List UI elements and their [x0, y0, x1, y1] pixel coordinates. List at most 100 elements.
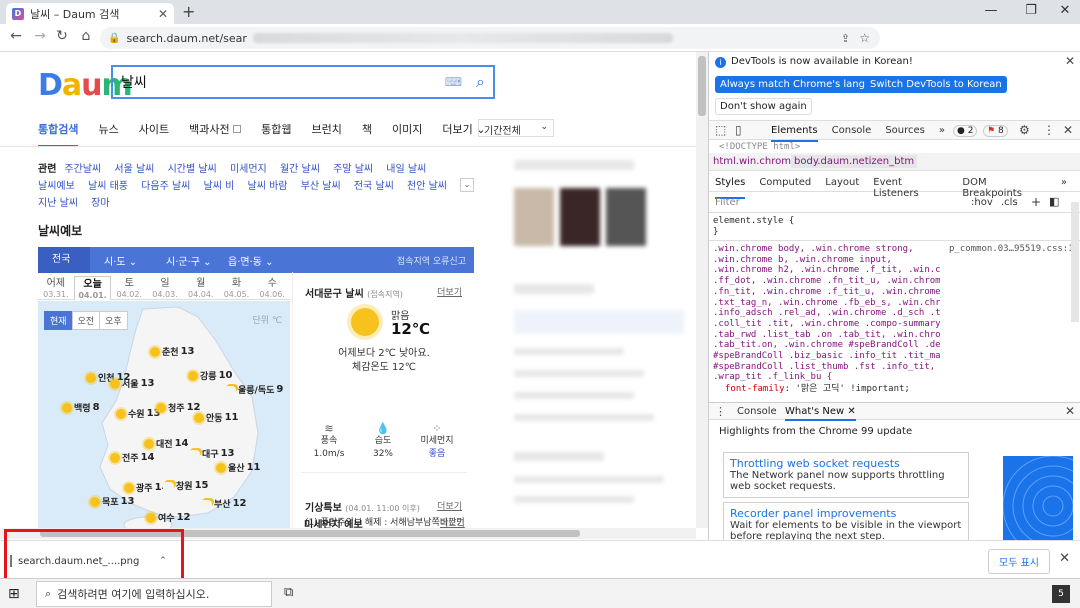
browser-tab[interactable]: D 날씨 – Daum 검색 ✕: [6, 3, 174, 24]
minimize-button[interactable]: —: [976, 3, 1006, 18]
hov-toggle[interactable]: :hov: [971, 197, 993, 208]
taskbar-search-input[interactable]: ⌕ 검색하려면 여기에 입력하십시오.: [36, 581, 272, 607]
new-tab-button[interactable]: +: [182, 2, 195, 21]
page-vertical-scrollbar[interactable]: [696, 52, 708, 528]
map-city[interactable]: 안동 11: [194, 411, 238, 424]
related-keyword[interactable]: 부산 날씨: [301, 181, 341, 192]
home-icon[interactable]: ⌂: [76, 28, 96, 44]
tab-sources[interactable]: Sources: [885, 125, 925, 142]
device-toggle-icon[interactable]: ▯: [735, 123, 742, 137]
share-icon[interactable]: ⇪: [841, 32, 850, 45]
back-icon[interactable]: ←: [6, 28, 26, 44]
forward-icon[interactable]: →: [30, 28, 50, 44]
map-city[interactable]: 강릉 10: [188, 369, 232, 382]
map-city[interactable]: 창원 15: [162, 479, 208, 492]
tab-site[interactable]: 사이트: [139, 121, 169, 147]
metric-value[interactable]: 좋음: [407, 448, 467, 461]
styles-scrollbar[interactable]: [1071, 202, 1079, 322]
close-window-button[interactable]: ✕: [1050, 3, 1080, 18]
error-report-link[interactable]: 접속지역 오류신고: [397, 254, 466, 267]
drawer-menu-icon[interactable]: ⋮: [715, 405, 726, 418]
cls-toggle[interactable]: .cls: [1001, 197, 1018, 208]
whats-new-card[interactable]: Throttling web socket requests The Netwo…: [723, 452, 969, 498]
kebab-menu-icon[interactable]: ⋮: [1043, 123, 1055, 137]
dust-more-link[interactable]: 더보기: [440, 516, 465, 528]
bookmark-star-icon[interactable]: ☆: [859, 31, 870, 45]
styles-filter-input[interactable]: Filter: [715, 197, 740, 208]
tab-brunch[interactable]: 브런치: [311, 121, 341, 147]
tab-console[interactable]: Console: [832, 125, 872, 142]
card-title[interactable]: Throttling web socket requests: [730, 457, 962, 470]
card-title[interactable]: Recorder panel improvements: [730, 507, 962, 520]
tab-web[interactable]: 통합웹: [261, 121, 291, 147]
map-city[interactable]: 전주 14: [110, 451, 154, 464]
close-devtools-icon[interactable]: ✕: [1063, 123, 1073, 137]
tab-images[interactable]: 이미지: [392, 121, 422, 147]
related-keyword[interactable]: 전국 날씨: [354, 181, 394, 192]
region-step-city[interactable]: 시·군·구 ⌄: [152, 253, 214, 268]
tab-news[interactable]: 뉴스: [98, 121, 118, 147]
tab-books[interactable]: 책: [362, 121, 372, 147]
map-city[interactable]: 부산 12: [200, 497, 246, 510]
related-keyword[interactable]: 천안 날씨: [407, 181, 447, 192]
close-tab-icon[interactable]: ✕: [158, 7, 168, 21]
day-tab[interactable]: 토 04.02.: [111, 276, 148, 300]
region-step-nation[interactable]: 전국: [38, 247, 90, 273]
close-notice-icon[interactable]: ✕: [1065, 54, 1075, 68]
notification-icon[interactable]: 5: [1052, 585, 1070, 603]
map-city[interactable]: 여수 12: [146, 511, 190, 524]
address-bar[interactable]: 🔒 search.daum.net/sear ⇪ ☆: [100, 27, 880, 49]
crumb-html[interactable]: html.win.chrome.: [713, 156, 800, 167]
dont-show-again-button[interactable]: Don't show again: [715, 98, 812, 115]
close-download-bar-icon[interactable]: ✕: [1059, 551, 1070, 566]
map-city[interactable]: 울산 11: [216, 461, 260, 474]
css-rule-selectors[interactable]: .win.chrome body, .win.chrome strong, .w…: [713, 244, 940, 383]
show-all-downloads-button[interactable]: 모두 표시: [988, 549, 1050, 574]
period-select[interactable]: 기간전체 ⌄: [478, 119, 554, 137]
maximize-button[interactable]: ❐: [1016, 3, 1046, 18]
time-now[interactable]: 현재: [44, 311, 73, 330]
tab-elements[interactable]: Elements: [771, 125, 818, 142]
inspect-icon[interactable]: ⬚: [715, 123, 726, 137]
day-tab[interactable]: 수 04.06.: [254, 276, 291, 300]
alert-more-link[interactable]: 더보기: [437, 499, 462, 512]
related-keyword[interactable]: 날씨 태풍: [88, 181, 128, 192]
map-city[interactable]: 춘천 13: [150, 345, 194, 358]
warning-count-badge[interactable]: ⚑ 8: [983, 125, 1008, 137]
gear-icon[interactable]: ⚙: [1019, 123, 1030, 137]
day-tab[interactable]: 월 04.04.: [182, 276, 219, 300]
related-keyword[interactable]: 지난 날씨: [38, 198, 78, 209]
close-tab-icon[interactable]: ✕: [847, 406, 855, 417]
windows-start-icon[interactable]: ⊞: [8, 586, 20, 602]
day-tab[interactable]: 어제 03.31.: [38, 276, 74, 300]
new-rule-icon[interactable]: +: [1031, 195, 1041, 209]
tab-encyclopedia[interactable]: 백과사전: [189, 121, 242, 147]
map-city[interactable]: 서울 13: [110, 377, 154, 390]
drawer-tab-console[interactable]: Console: [737, 406, 777, 417]
day-tab[interactable]: 오늘 04.01.: [73, 276, 112, 300]
map-city[interactable]: 수원 13: [116, 407, 160, 420]
keyboard-icon[interactable]: ⌨: [445, 75, 462, 89]
related-keyword[interactable]: 날씨 바람: [248, 181, 288, 192]
related-keyword[interactable]: 시간별 날씨: [168, 164, 217, 175]
day-tab[interactable]: 일 04.03.: [147, 276, 183, 300]
search-input[interactable]: 날씨 ⌨ ⌕: [111, 65, 495, 99]
map-city[interactable]: 대전 14: [144, 437, 188, 450]
region-step-province[interactable]: 시·도 ⌄: [90, 253, 152, 268]
related-keyword[interactable]: 월간 날씨: [280, 164, 320, 175]
map-city[interactable]: 울릉/독도 9: [224, 383, 283, 396]
reload-icon[interactable]: ↻: [52, 28, 72, 44]
current-more-link[interactable]: 더보기: [437, 285, 462, 298]
crumb-body[interactable]: body.daum.netizen_btm: [791, 155, 918, 168]
toggle-sidebar-icon[interactable]: ◧: [1049, 195, 1059, 208]
css-declaration[interactable]: font-family: '맑은 고딕' !important;: [725, 384, 910, 395]
close-drawer-icon[interactable]: ✕: [1065, 404, 1075, 418]
related-keyword[interactable]: 날씨 비: [204, 181, 235, 192]
related-keyword[interactable]: 주간날씨: [64, 164, 101, 175]
more-tabs-icon[interactable]: »: [939, 125, 945, 142]
related-keyword[interactable]: 미세먼지: [230, 164, 267, 175]
region-step-town[interactable]: 읍·면·동 ⌄: [214, 253, 276, 268]
time-am[interactable]: 오전: [71, 311, 101, 330]
error-count-badge[interactable]: ● 2: [953, 125, 978, 137]
related-keyword[interactable]: 다음주 날씨: [141, 181, 190, 192]
